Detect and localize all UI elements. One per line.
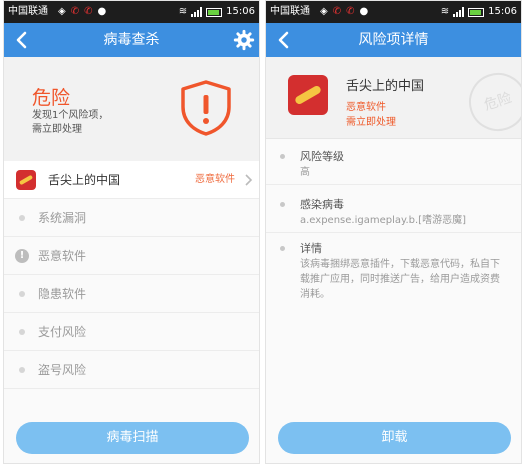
- battery-icon: [468, 7, 485, 17]
- title-bar: 病毒查杀: [4, 23, 259, 57]
- page-title: 风险项详情: [358, 32, 429, 48]
- section-title: 详情: [300, 242, 322, 255]
- cat-app-icon: ●: [97, 6, 107, 17]
- status-bar: 中国联通 ◈ ✆ ✆ ● ≋ 15:06: [266, 1, 521, 23]
- wifi-icon: ≋: [440, 6, 450, 17]
- section-value: 该病毒捆绑恶意插件，下载恶意代码，私自下载推广应用，同时推送广告，给用户造成资费…: [300, 259, 500, 300]
- missed-call-icon: ✆: [84, 6, 93, 17]
- page-title: 病毒查杀: [103, 32, 160, 48]
- cat-app-icon: ●: [359, 6, 369, 17]
- wifi-icon: ≋: [178, 6, 188, 17]
- risk-app-row[interactable]: 舌尖上的中国 恶意软件: [4, 161, 259, 199]
- missed-call-icon: ✆: [332, 6, 342, 17]
- missed-call-icon: ✆: [346, 6, 355, 17]
- danger-summary: 危险 发现1个风险项， 需立即处理: [4, 57, 259, 161]
- warning-circle-icon: !: [15, 249, 29, 263]
- scan-screen: 中国联通 ◈ ✆ ✆ ● ≋ 15:06 病毒查杀 危险 发现1个风险项， 需立…: [3, 0, 260, 464]
- title-bar: 风险项详情: [266, 23, 521, 57]
- bullet-icon: [19, 367, 25, 373]
- clock: 15:06: [488, 6, 517, 17]
- bullet-icon: [280, 154, 285, 159]
- carrier-label: 中国联通: [8, 6, 48, 17]
- category-row: 盗号风险: [4, 351, 259, 389]
- bullet-icon: [19, 215, 25, 221]
- infected-virus-section: 感染病毒 a.expense.igameplay.b.[嗜游恶魔]: [266, 193, 521, 233]
- category-label: 盗号风险: [38, 363, 87, 377]
- app-risk-tag: 恶意软件: [346, 102, 386, 113]
- bullet-icon: [280, 202, 285, 207]
- app-icon: [16, 170, 36, 190]
- bullet-icon: [19, 329, 25, 335]
- danger-status-title: 危险: [32, 87, 71, 109]
- section-value: 高: [300, 167, 310, 178]
- warning-shield-icon: [181, 80, 231, 136]
- category-row: 支付风险: [4, 313, 259, 351]
- category-row: 隐患软件: [4, 275, 259, 313]
- category-row: ! 恶意软件: [4, 237, 259, 275]
- risk-level-section: 风险等级 高: [266, 145, 521, 185]
- app-icon: [288, 75, 328, 115]
- notification-icons: ◈ ✆ ✆ ●: [58, 1, 106, 23]
- category-row: 系统漏洞: [4, 199, 259, 237]
- section-value: a.expense.igameplay.b.[嗜游恶魔]: [300, 215, 466, 226]
- signal-icon: [453, 7, 465, 17]
- app-summary: 舌尖上的中国 恶意软件 需立即处理 危险: [266, 57, 521, 139]
- category-label: 恶意软件: [38, 249, 87, 263]
- bullet-icon: [19, 291, 25, 297]
- shield-notification-icon: ◈: [320, 6, 328, 17]
- status-bar: 中国联通 ◈ ✆ ✆ ● ≋ 15:06: [4, 1, 259, 23]
- danger-stamp: 危险: [461, 65, 521, 139]
- virus-scan-button[interactable]: 病毒扫描: [16, 422, 249, 454]
- risk-app-name: 舌尖上的中国: [48, 173, 121, 187]
- shield-notification-icon: ◈: [58, 6, 66, 17]
- notification-icons: ◈ ✆ ✆ ●: [320, 1, 368, 23]
- clock: 15:06: [226, 6, 255, 17]
- battery-icon: [206, 7, 223, 17]
- section-title: 风险等级: [300, 150, 344, 163]
- detail-screen: 中国联通 ◈ ✆ ✆ ● ≋ 15:06 风险项详情 舌尖上的中国 恶意软件 需…: [265, 0, 522, 464]
- details-section: 详情 该病毒捆绑恶意插件，下载恶意代码，私自下载推广应用，同时推送广告，给用户造…: [266, 237, 521, 305]
- category-label: 支付风险: [38, 325, 87, 339]
- bullet-icon: [280, 246, 285, 251]
- risk-app-tag: 恶意软件: [195, 174, 235, 185]
- danger-status-desc: 发现1个风险项， 需立即处理: [32, 110, 109, 135]
- section-title: 感染病毒: [300, 198, 344, 211]
- signal-icon: [191, 7, 203, 17]
- gear-icon[interactable]: [233, 29, 255, 51]
- carrier-label: 中国联通: [270, 6, 310, 17]
- missed-call-icon: ✆: [70, 6, 80, 17]
- app-action-note: 需立即处理: [346, 117, 396, 128]
- chevron-right-icon: [245, 174, 253, 186]
- category-label: 隐患软件: [38, 287, 87, 301]
- app-name: 舌尖上的中国: [346, 79, 425, 94]
- uninstall-button[interactable]: 卸载: [278, 422, 511, 454]
- category-label: 系统漏洞: [38, 211, 87, 225]
